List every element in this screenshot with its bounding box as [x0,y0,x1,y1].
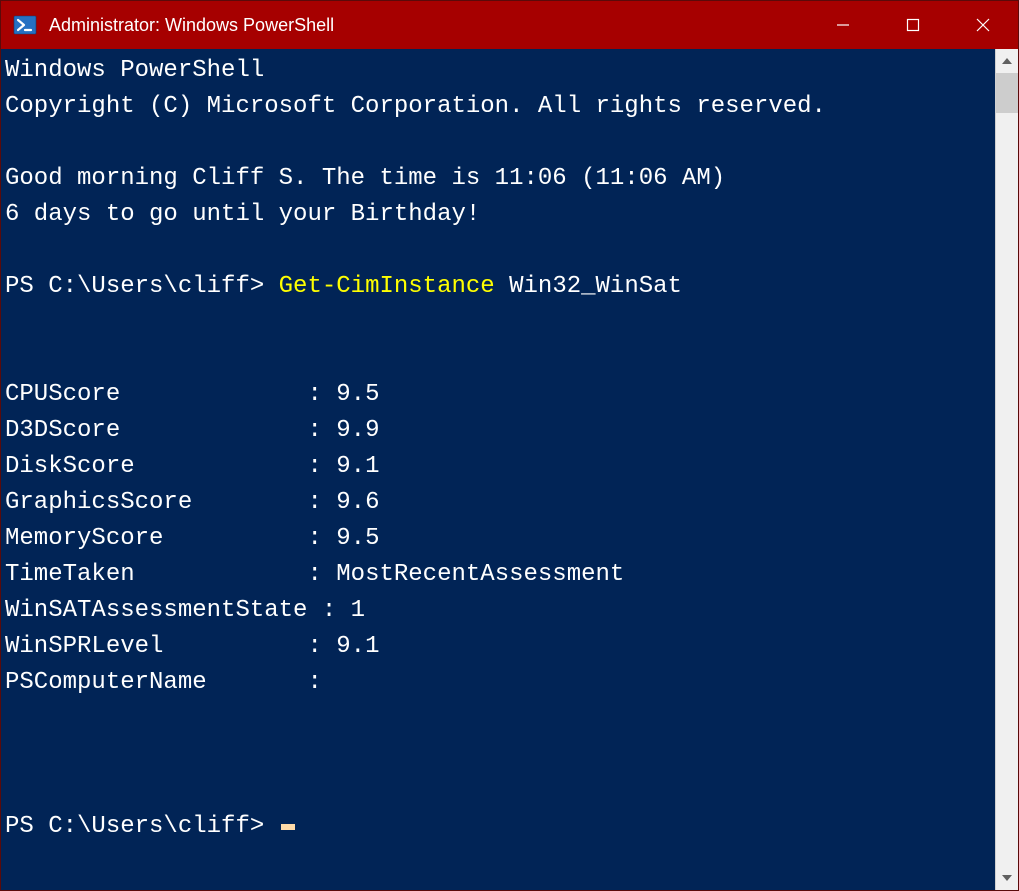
output-key: PSComputerName [5,669,307,696]
greeting-line: Good morning Cliff S. The time is 11:06 … [5,165,725,192]
output-sep: : [307,561,336,588]
output-sep: : [307,489,336,516]
powershell-icon [13,13,37,37]
scroll-down-button[interactable] [996,866,1018,890]
output-sep: : [307,453,336,480]
greeting-line: 6 days to go until your Birthday! [5,201,480,228]
vertical-scrollbar[interactable] [995,49,1018,890]
command-cmdlet: Get-CimInstance [279,273,495,300]
output-value: 9.1 [336,633,379,660]
output-sep: : [322,597,351,624]
scrollbar-thumb[interactable] [996,73,1018,113]
window-controls [808,1,1018,49]
console-output[interactable]: Windows PowerShell Copyright (C) Microso… [1,49,995,890]
output-key: GraphicsScore [5,489,307,516]
prompt-prefix: PS C:\Users\cliff> [5,273,279,300]
header-line: Copyright (C) Microsoft Corporation. All… [5,93,826,120]
prompt-prefix: PS C:\Users\cliff> [5,813,279,840]
close-button[interactable] [948,1,1018,49]
scrollbar-track[interactable] [996,73,1018,866]
output-key: DiskScore [5,453,307,480]
output-key: TimeTaken [5,561,307,588]
scroll-up-button[interactable] [996,49,1018,73]
output-value: 1 [351,597,365,624]
command-args: Win32_WinSat [495,273,682,300]
header-line: Windows PowerShell [5,57,264,84]
output-value: MostRecentAssessment [336,561,624,588]
maximize-button[interactable] [878,1,948,49]
output-sep: : [307,633,336,660]
output-key: WinSPRLevel [5,633,307,660]
window-title: Administrator: Windows PowerShell [49,15,808,36]
output-key: WinSATAssessmentState [5,597,322,624]
client-area: Windows PowerShell Copyright (C) Microso… [1,49,1018,890]
output-value: 9.6 [336,489,379,516]
output-key: D3DScore [5,417,307,444]
output-key: MemoryScore [5,525,307,552]
output-sep: : [307,417,336,444]
output-value: 9.5 [336,381,379,408]
output-value: 9.9 [336,417,379,444]
cursor [281,824,295,830]
output-key: CPUScore [5,381,307,408]
output-value: 9.1 [336,453,379,480]
output-value: 9.5 [336,525,379,552]
output-sep: : [307,525,336,552]
output-sep: : [307,669,336,696]
powershell-window: Administrator: Windows PowerShell Window… [0,0,1019,891]
minimize-button[interactable] [808,1,878,49]
output-sep: : [307,381,336,408]
titlebar[interactable]: Administrator: Windows PowerShell [1,1,1018,49]
